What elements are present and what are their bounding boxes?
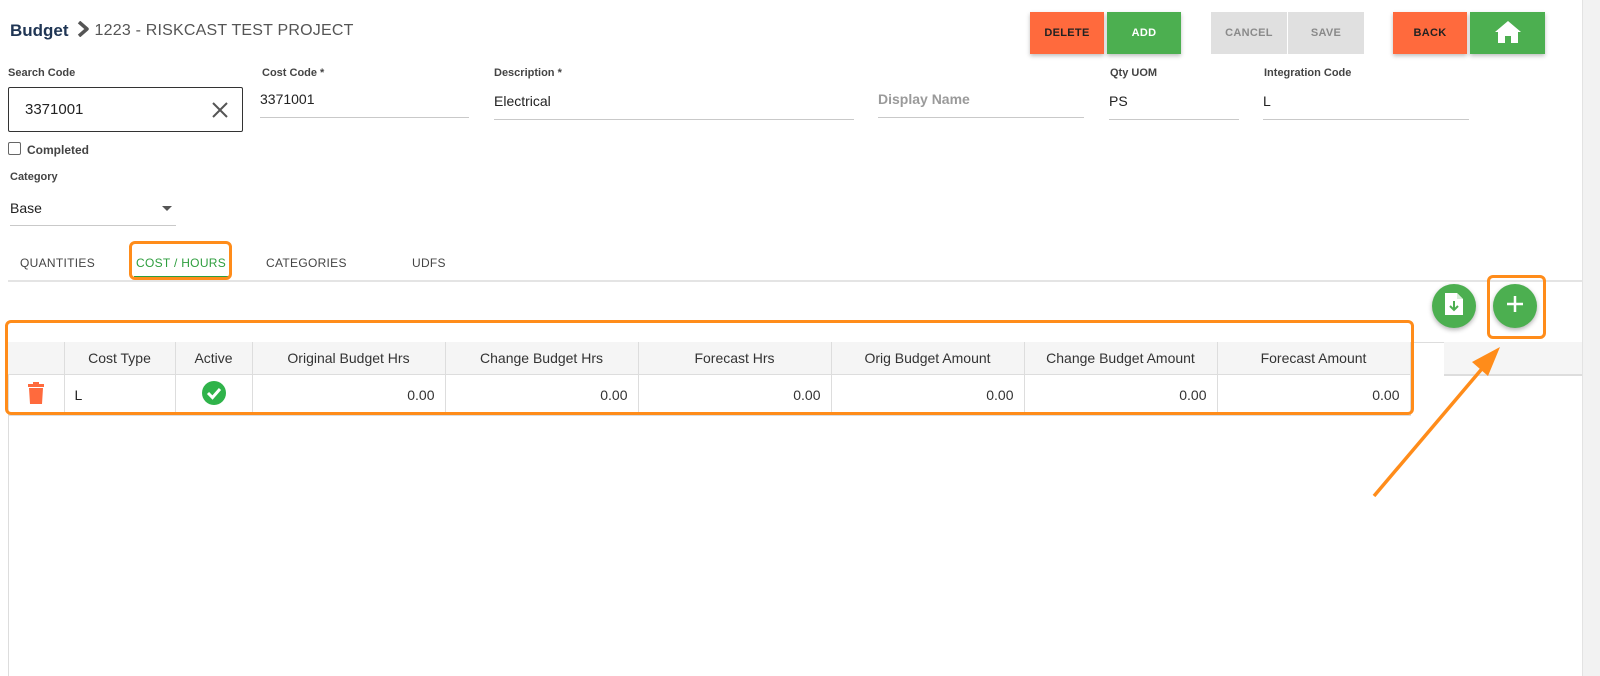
grid-header-filler [1444,342,1582,375]
category-value: Base [10,199,42,216]
qty-uom-field[interactable]: PS [1109,82,1239,120]
cancel-button[interactable]: CANCEL [1211,12,1287,54]
column-header[interactable]: Change Budget Amount [1024,342,1218,375]
column-header[interactable]: Change Budget Hrs [445,342,639,375]
description-label: Description * [494,67,562,79]
column-header[interactable]: Forecast Hrs [638,342,832,375]
table-header-row: Cost Type Active Original Budget Hrs Cha… [8,342,1411,375]
plus-icon [1505,294,1525,319]
check-circle-icon [201,381,226,408]
scrollbar-track[interactable] [1582,0,1600,676]
column-header[interactable]: Original Budget Hrs [252,342,446,375]
column-header[interactable]: Active [175,342,253,375]
tab-quantities[interactable]: QUANTITIES [20,256,95,270]
clear-icon[interactable] [210,100,230,120]
original-budget-hrs-cell[interactable]: 0.00 [252,374,446,416]
tab-udfs[interactable]: UDFS [412,256,446,270]
search-code-label: Search Code [8,67,76,79]
integration-code-field[interactable]: L [1263,82,1469,120]
breadcrumb: Budget 1223 - RISKCAST TEST PROJECT [10,20,354,42]
home-button[interactable] [1470,12,1545,54]
column-header[interactable]: Forecast Amount [1217,342,1411,375]
change-budget-amount-cell[interactable]: 0.00 [1024,374,1218,416]
save-button[interactable]: SAVE [1288,12,1364,54]
caret-down-icon [162,206,172,211]
orig-budget-amount-cell[interactable]: 0.00 [831,374,1025,416]
actions-column-header [8,342,65,375]
cost-hours-table: Cost Type Active Original Budget Hrs Cha… [8,342,1411,416]
change-budget-hrs-cell[interactable]: 0.00 [445,374,639,416]
cost-type-cell[interactable]: L [64,374,176,416]
cost-code-label: Cost Code * [262,67,325,79]
breadcrumb-project: 1223 - RISKCAST TEST PROJECT [94,22,354,39]
chevron-right-icon [77,20,89,42]
delete-cell [8,374,65,416]
cost-code-field[interactable]: 3371001 [260,80,469,118]
column-header[interactable]: Orig Budget Amount [831,342,1025,375]
category-select[interactable]: Base [10,190,176,226]
completed-label: Completed [27,143,90,157]
active-tab-indicator [134,276,230,278]
forecast-amount-cell[interactable]: 0.00 [1217,374,1411,416]
tab-cost-hours[interactable]: COST / HOURS [136,256,226,270]
search-code-input[interactable]: 3371001 [8,87,243,132]
active-cell[interactable] [175,374,253,416]
back-button[interactable]: BACK [1393,12,1467,54]
add-button[interactable]: ADD [1107,12,1181,54]
qty-uom-label: Qty UOM [1110,67,1158,79]
completed-checkbox[interactable] [8,142,21,155]
description-field[interactable]: Electrical [494,82,854,120]
integration-code-label: Integration Code [1264,67,1352,79]
tab-categories[interactable]: CATEGORIES [266,256,347,270]
completed-checkbox-row: Completed [8,140,89,157]
home-icon [1494,20,1522,47]
export-button[interactable] [1432,284,1476,328]
trash-icon[interactable] [27,382,45,407]
display-name-field[interactable]: Display Name [878,80,1084,118]
file-download-icon [1444,292,1464,321]
search-code-value: 3371001 [25,101,84,118]
column-header[interactable]: Cost Type [64,342,176,375]
forecast-hrs-cell[interactable]: 0.00 [638,374,832,416]
tabs-divider [8,280,1582,282]
add-row-button[interactable] [1493,284,1537,328]
grid-row-divider [1444,375,1582,376]
delete-button[interactable]: DELETE [1030,12,1104,54]
table-row[interactable]: L 0.00 0.00 0.00 0.00 0.00 0.00 [8,374,1411,416]
breadcrumb-root[interactable]: Budget [10,21,69,41]
category-label: Category [10,171,58,183]
